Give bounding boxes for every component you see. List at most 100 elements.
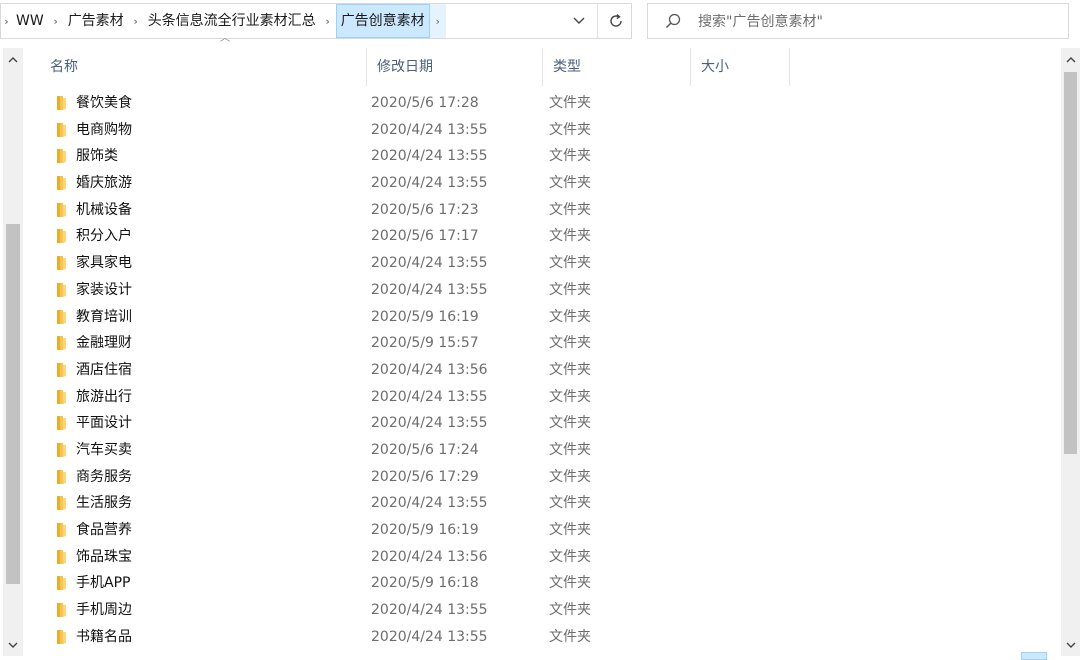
folder-icon: [57, 309, 66, 324]
chevron-right-icon[interactable]: ›: [320, 4, 336, 38]
file-type: 文件夹: [549, 415, 591, 432]
file-modified-date: 2020/4/24 13:55: [371, 175, 488, 192]
file-name: 生活服务: [76, 495, 132, 512]
file-modified-date: 2020/4/24 13:55: [371, 602, 488, 619]
folder-icon: [57, 496, 66, 511]
folder-icon: [57, 389, 66, 404]
file-modified-date: 2020/5/9 16:19: [371, 308, 479, 325]
folder-icon: [57, 576, 66, 591]
file-modified-date: 2020/4/24 13:55: [371, 388, 488, 405]
file-name: 平面设计: [76, 415, 132, 432]
file-row[interactable]: 金融理财 2020/5/9 15:57 文件夹: [40, 330, 1050, 357]
breadcrumb-item-ad-assets[interactable]: 广告素材: [64, 4, 128, 38]
chevron-right-icon[interactable]: ›: [1, 15, 12, 28]
address-bar[interactable]: › WW › 广告素材 › 头条信息流全行业素材汇总 › 广告创意素材 ›: [0, 3, 632, 39]
scroll-down-arrow-icon[interactable]: [1061, 634, 1080, 656]
search-box[interactable]: [647, 3, 1069, 39]
file-row[interactable]: 机械设备 2020/5/6 17:23 文件夹: [40, 197, 1050, 224]
scrollbar-thumb[interactable]: [6, 224, 20, 584]
file-type: 文件夹: [549, 468, 591, 485]
file-row[interactable]: 饰品珠宝 2020/4/24 13:56 文件夹: [40, 544, 1050, 571]
column-header-row: ︿ 名称 修改日期 类型 大小: [24, 33, 1056, 86]
chevron-right-icon[interactable]: ›: [48, 4, 64, 38]
file-type: 文件夹: [549, 441, 591, 458]
folder-icon: [57, 549, 66, 564]
file-row[interactable]: 汽车买卖 2020/5/6 17:24 文件夹: [40, 437, 1050, 464]
file-row[interactable]: 书籍名品 2020/4/24 13:55 文件夹: [40, 624, 1050, 651]
search-input[interactable]: [696, 10, 1060, 34]
history-dropdown-button[interactable]: [561, 4, 597, 38]
scrollbar-thumb[interactable]: [1064, 72, 1077, 454]
file-modified-date: 2020/5/6 17:29: [371, 468, 479, 485]
file-type: 文件夹: [549, 121, 591, 138]
file-row[interactable]: 教育培训 2020/5/9 16:19 文件夹: [40, 304, 1050, 331]
file-row[interactable]: 平面设计 2020/4/24 13:55 文件夹: [40, 410, 1050, 437]
folder-icon: [57, 282, 66, 297]
file-type: 文件夹: [549, 255, 591, 272]
file-row[interactable]: 家装设计 2020/4/24 13:55 文件夹: [40, 277, 1050, 304]
file-name: 餐饮美食: [76, 95, 132, 111]
file-row[interactable]: 餐饮美食 2020/5/6 17:28 文件夹: [40, 90, 1050, 117]
folder-icon: [57, 149, 66, 164]
file-name: 酒店住宿: [76, 361, 132, 378]
chevron-right-icon[interactable]: ›: [429, 4, 446, 38]
file-modified-date: 2020/5/9 16:18: [371, 575, 479, 592]
file-row[interactable]: 服饰类 2020/4/24 13:55 文件夹: [40, 143, 1050, 170]
folder-icon: [57, 176, 66, 191]
selection-indicator: [1021, 652, 1047, 660]
file-name: 商务服务: [76, 468, 132, 485]
file-type: 文件夹: [549, 201, 591, 218]
folder-icon: [57, 416, 66, 431]
file-name: 教育培训: [76, 308, 132, 325]
file-name: 婚庆旅游: [76, 175, 132, 192]
file-row[interactable]: 生活服务 2020/4/24 13:55 文件夹: [40, 490, 1050, 517]
column-header-date[interactable]: 修改日期: [366, 48, 542, 86]
file-modified-date: 2020/4/24 13:55: [371, 628, 488, 645]
scroll-up-arrow-icon[interactable]: [3, 48, 23, 70]
breadcrumb-item-toutiao-summary[interactable]: 头条信息流全行业素材汇总: [144, 4, 320, 38]
scroll-up-arrow-icon[interactable]: [1061, 48, 1080, 70]
file-type: 文件夹: [549, 628, 591, 645]
file-row[interactable]: 商务服务 2020/5/6 17:29 文件夹: [40, 464, 1050, 491]
column-header-size[interactable]: 大小: [690, 48, 790, 86]
folder-icon: [57, 629, 66, 644]
refresh-button[interactable]: [597, 4, 633, 38]
scroll-down-arrow-icon[interactable]: [3, 634, 23, 656]
file-row[interactable]: 手机APP 2020/5/9 16:18 文件夹: [40, 570, 1050, 597]
file-row[interactable]: 旅游出行 2020/4/24 13:55 文件夹: [40, 384, 1050, 411]
breadcrumb-item-ww[interactable]: WW: [12, 4, 48, 38]
file-type: 文件夹: [549, 548, 591, 565]
column-header-type[interactable]: 类型: [542, 48, 690, 86]
refresh-icon: [609, 13, 622, 27]
file-modified-date: 2020/5/6 17:28: [371, 95, 479, 111]
column-header-name[interactable]: 名称: [40, 48, 366, 86]
file-row[interactable]: 食品营养 2020/5/9 16:19 文件夹: [40, 517, 1050, 544]
file-row[interactable]: 家具家电 2020/4/24 13:55 文件夹: [40, 250, 1050, 277]
file-row[interactable]: 手机周边 2020/4/24 13:55 文件夹: [40, 597, 1050, 624]
breadcrumb-item-current[interactable]: 广告创意素材: [335, 4, 430, 38]
folder-icon: [57, 202, 66, 217]
chevron-down-icon: [573, 17, 585, 24]
file-type: 文件夹: [549, 148, 591, 165]
file-type: 文件夹: [549, 175, 591, 192]
folder-icon: [57, 469, 66, 484]
file-row[interactable]: 婚庆旅游 2020/4/24 13:55 文件夹: [40, 170, 1050, 197]
file-row[interactable]: 积分入户 2020/5/6 17:17 文件夹: [40, 223, 1050, 250]
file-list-scrollbar[interactable]: [1061, 48, 1080, 656]
file-name: 家装设计: [76, 281, 132, 298]
file-name: 服饰类: [76, 148, 118, 165]
file-modified-date: 2020/4/24 13:55: [371, 281, 488, 298]
file-list: 餐饮美食 2020/5/6 17:28 文件夹 电商购物 2020/4/24 13:55…: [40, 90, 1050, 650]
file-modified-date: 2020/4/24 13:55: [371, 148, 488, 165]
file-name: 金融理财: [76, 335, 132, 352]
file-row[interactable]: 酒店住宿 2020/4/24 13:56 文件夹: [40, 357, 1050, 384]
file-type: 文件夹: [549, 361, 591, 378]
file-name: 旅游出行: [76, 388, 132, 405]
file-type: 文件夹: [549, 602, 591, 619]
nav-pane-scrollbar[interactable]: [3, 48, 23, 656]
file-name: 汽车买卖: [76, 441, 132, 458]
file-modified-date: 2020/5/9 16:19: [371, 522, 479, 538]
search-icon: [665, 13, 681, 29]
file-row[interactable]: 电商购物 2020/4/24 13:55 文件夹: [40, 117, 1050, 144]
chevron-right-icon[interactable]: ›: [128, 4, 144, 38]
